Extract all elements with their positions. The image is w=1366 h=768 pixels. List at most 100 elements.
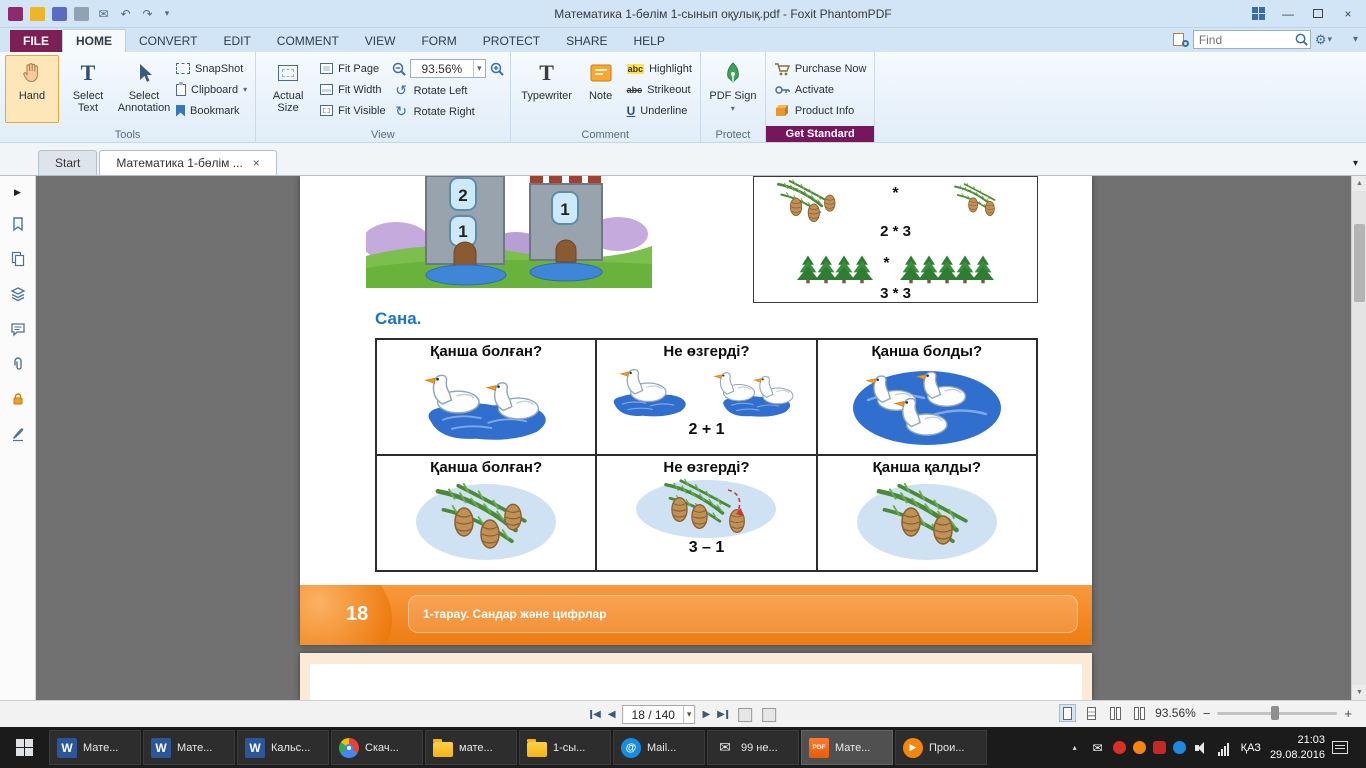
strikeout-button[interactable]: abcStrikeout xyxy=(624,81,695,98)
mail-tray-icon[interactable]: ✉ xyxy=(1090,740,1106,756)
scrollbar-thumb[interactable] xyxy=(1354,224,1365,302)
next-page-button[interactable]: ▶ xyxy=(702,709,710,720)
zoom-level-combo[interactable]: 93.56%▾ xyxy=(410,59,486,78)
doc-tab-start[interactable]: Start xyxy=(38,150,97,175)
continuous-facing-view-icon[interactable] xyxy=(1131,704,1148,722)
close-button[interactable]: × xyxy=(1334,3,1362,25)
product-info-button[interactable]: Product Info xyxy=(771,102,870,119)
rotate-right-button[interactable]: ↻Rotate Right xyxy=(391,103,505,120)
taskbar-item-foxit-active[interactable]: PDF Мате... xyxy=(801,730,893,765)
select-annotation-button[interactable]: Select Annotation xyxy=(117,55,171,123)
single-page-view-icon[interactable] xyxy=(1059,704,1076,722)
start-button[interactable] xyxy=(0,727,48,768)
tab-convert[interactable]: CONVERT xyxy=(126,30,210,52)
facing-view-icon[interactable] xyxy=(1107,704,1124,722)
tab-help[interactable]: HELP xyxy=(620,30,677,52)
find-options-gear-icon[interactable]: ⚙▾ xyxy=(1315,32,1332,48)
sidebar-expand-icon[interactable]: ▶ xyxy=(9,186,27,198)
tab-protect[interactable]: PROTECT xyxy=(470,30,553,52)
language-indicator[interactable]: ҚАЗ xyxy=(1239,742,1263,754)
select-text-button[interactable]: T Select Text xyxy=(61,55,115,123)
ui-options-grid-icon[interactable] xyxy=(1244,3,1272,25)
antivirus-icon[interactable] xyxy=(1153,741,1166,754)
open-file-icon[interactable] xyxy=(30,7,45,21)
email-icon[interactable]: ✉ xyxy=(96,7,111,21)
search-icon[interactable] xyxy=(1294,32,1309,47)
actual-size-button[interactable]: Actual Size xyxy=(261,55,315,123)
previous-view-icon[interactable] xyxy=(738,708,752,722)
previous-page-button[interactable]: ◀ xyxy=(608,709,616,720)
last-page-button[interactable]: ▶ xyxy=(717,709,728,720)
document-area[interactable]: 2 1 1 xyxy=(36,176,1366,700)
first-page-button[interactable]: ◀ xyxy=(590,709,601,720)
tab-share[interactable]: SHARE xyxy=(553,30,620,52)
page-number-input[interactable]: 18 / 140▾ xyxy=(623,705,696,724)
taskbar-item-word-2[interactable]: W Мате... xyxy=(143,730,235,765)
zoom-slider-thumb[interactable] xyxy=(1271,706,1279,720)
pdf-sign-button[interactable]: PDF Sign ▾ xyxy=(706,55,760,123)
tab-file[interactable]: FILE xyxy=(10,30,62,52)
taskbar-item-chrome[interactable]: Скач... xyxy=(331,730,423,765)
caret-down-icon[interactable]: ▾ xyxy=(473,60,485,77)
media-agent-icon[interactable] xyxy=(1133,741,1146,754)
taskbar-item-word-3[interactable]: W Кальс... xyxy=(237,730,329,765)
security-panel-icon[interactable] xyxy=(9,390,27,408)
tab-form[interactable]: FORM xyxy=(408,30,469,52)
zoom-in-icon[interactable] xyxy=(489,61,505,77)
tab-close-icon[interactable]: × xyxy=(253,156,260,170)
download-manager-icon[interactable] xyxy=(1113,741,1126,754)
app-logo-icon[interactable] xyxy=(8,7,23,21)
pages-panel-icon[interactable] xyxy=(9,250,27,268)
note-button[interactable]: Note xyxy=(580,55,622,123)
tab-home[interactable]: HOME xyxy=(62,29,126,52)
clipboard-button[interactable]: Clipboard▾ xyxy=(173,81,250,98)
hand-tool-button[interactable]: Hand xyxy=(5,55,59,123)
bookmark-button[interactable]: Bookmark xyxy=(173,102,250,119)
highlight-button[interactable]: abcHighlight xyxy=(624,60,695,77)
clock[interactable]: 21:03 29.08.2016 xyxy=(1270,733,1325,762)
comments-panel-icon[interactable] xyxy=(9,320,27,338)
vertical-scrollbar[interactable]: ▲ ▼ xyxy=(1351,176,1366,700)
tab-list-caret-icon[interactable]: ▾ xyxy=(1353,158,1358,169)
maximize-button[interactable] xyxy=(1304,3,1332,25)
undo-icon[interactable]: ↶ xyxy=(118,7,133,21)
typewriter-button[interactable]: T Typewriter xyxy=(516,55,578,123)
purchase-now-button[interactable]: Purchase Now xyxy=(771,60,870,77)
rotate-left-button[interactable]: ↺Rotate Left xyxy=(391,82,505,99)
fit-page-button[interactable]: Fit Page xyxy=(317,60,388,77)
next-view-icon[interactable] xyxy=(762,708,776,722)
taskbar-item-mail[interactable]: ✉ 99 не... xyxy=(707,730,799,765)
ribbon-collapse-icon[interactable]: ▾ xyxy=(1353,34,1358,45)
redo-icon[interactable]: ↷ xyxy=(140,7,155,21)
continuous-view-icon[interactable] xyxy=(1083,704,1100,722)
snapshot-button[interactable]: SnapShot xyxy=(173,60,250,77)
taskbar-item-mailru[interactable]: @ Mail... xyxy=(613,730,705,765)
fit-visible-button[interactable]: Fit Visible xyxy=(317,102,388,119)
action-center-icon[interactable] xyxy=(1332,741,1348,754)
attachments-panel-icon[interactable] xyxy=(9,355,27,373)
bookmarks-panel-icon[interactable] xyxy=(9,215,27,233)
qat-customize-caret-icon[interactable]: ▾ xyxy=(162,7,172,21)
tab-view[interactable]: VIEW xyxy=(352,30,409,52)
taskbar-item-folder-2[interactable]: 1-сы... xyxy=(519,730,611,765)
network-icon[interactable] xyxy=(1216,740,1232,756)
activate-button[interactable]: Activate xyxy=(771,81,870,98)
scroll-down-icon[interactable]: ▼ xyxy=(1352,685,1366,700)
caret-down-icon[interactable]: ▾ xyxy=(683,706,695,723)
save-icon[interactable] xyxy=(52,7,67,21)
taskbar-item-player[interactable]: ▶ Прои... xyxy=(895,730,987,765)
underline-button[interactable]: UUnderline xyxy=(624,102,695,119)
zoom-in-button[interactable]: + xyxy=(1344,706,1352,721)
minimize-button[interactable]: — xyxy=(1274,3,1302,25)
taskbar-item-folder-1[interactable]: мате... xyxy=(425,730,517,765)
taskbar-item-word-1[interactable]: W Мате... xyxy=(49,730,141,765)
layers-panel-icon[interactable] xyxy=(9,285,27,303)
zoom-out-icon[interactable] xyxy=(391,61,407,77)
messenger-tray-icon[interactable] xyxy=(1173,741,1186,754)
print-icon[interactable] xyxy=(74,7,89,21)
zoom-slider[interactable] xyxy=(1217,705,1337,721)
signature-panel-icon[interactable] xyxy=(9,425,27,443)
tab-comment[interactable]: COMMENT xyxy=(264,30,352,52)
volume-icon[interactable] xyxy=(1193,740,1209,756)
hidden-icons-arrow[interactable]: ▴ xyxy=(1067,740,1083,756)
